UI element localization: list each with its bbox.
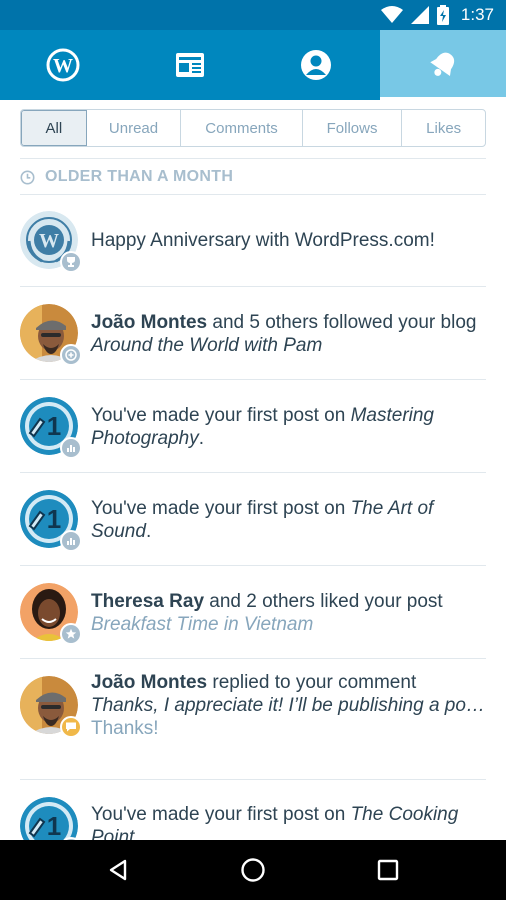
- filter-follows-button[interactable]: Follows: [303, 110, 403, 146]
- profile-icon: [301, 50, 332, 80]
- notification-message: replied to your comment: [207, 672, 417, 693]
- status-time: 1:37: [460, 5, 494, 24]
- notification-text: You've made your first post on Mastering…: [91, 380, 486, 473]
- notification-item[interactable]: João Montes and 5 others followed your b…: [20, 287, 486, 380]
- svg-text:W: W: [39, 230, 59, 252]
- system-navigation-bar: [0, 840, 506, 900]
- notification-text: Theresa Ray and 2 others liked your post…: [91, 566, 486, 659]
- status-icons: 1:37: [380, 4, 494, 26]
- post-title: Breakfast Time in Vietnam: [91, 613, 314, 635]
- notification-text: Happy Anniversary with WordPress.com!: [91, 194, 486, 287]
- comment-icon: [60, 716, 82, 738]
- notification-message: You've made your first post on: [91, 804, 351, 825]
- tab-reader[interactable]: [127, 30, 254, 100]
- filter-unread-button[interactable]: Unread: [87, 110, 182, 146]
- notification-text: You've made your first post on The Cooki…: [91, 780, 486, 841]
- avatar-wrap: [20, 304, 82, 366]
- stats-icon: [60, 437, 82, 459]
- avatar-wrap: 1: [20, 397, 82, 459]
- notification-text: João Montes and 5 others followed your b…: [91, 287, 486, 380]
- tab-notifications[interactable]: [379, 30, 506, 100]
- stats-icon: [60, 530, 82, 552]
- star-icon: [60, 623, 82, 645]
- punctuation: .: [198, 427, 205, 449]
- divider: [20, 158, 486, 159]
- avatar-wrap: [20, 583, 82, 645]
- notification-filter-bar: All Unread Comments Follows Likes: [20, 109, 486, 147]
- avatar-wrap: W: [20, 211, 82, 273]
- punctuation: .: [145, 520, 152, 542]
- notification-text: João Montes replied to your comment Than…: [91, 659, 486, 754]
- signal-icon: [410, 6, 429, 24]
- back-icon: [109, 859, 126, 881]
- wordpress-logo-icon: W: [46, 48, 80, 82]
- section-header: OLDER THAN A MONTH: [20, 165, 486, 189]
- notification-message: Happy Anniversary with WordPress.com!: [91, 230, 435, 251]
- home-button[interactable]: [223, 840, 283, 900]
- svg-text:1: 1: [47, 811, 61, 841]
- first-post-achievement-avatar: 1: [20, 797, 78, 841]
- tab-me[interactable]: [253, 30, 380, 100]
- user-name: João Montes: [91, 672, 208, 693]
- user-name: Theresa Ray: [91, 590, 205, 612]
- notification-message: and 5 others followed your blog: [207, 311, 477, 333]
- section-title: OLDER THAN A MONTH: [45, 168, 234, 185]
- notification-text: You've made your first post on The Art o…: [91, 473, 486, 566]
- filter-comments-button[interactable]: Comments: [181, 110, 303, 146]
- bell-icon: [430, 52, 454, 76]
- user-name: João Montes: [91, 311, 208, 333]
- notification-item[interactable]: 1 You've made your first post on Masteri…: [20, 380, 486, 473]
- tab-my-sites[interactable]: W: [0, 30, 127, 100]
- notification-item[interactable]: Theresa Ray and 2 others liked your post…: [20, 566, 486, 659]
- blog-title: Around the World with Pam: [91, 334, 323, 356]
- follow-icon: [60, 344, 82, 366]
- avatar-wrap: 1: [20, 797, 82, 841]
- notification-message: and 2 others liked your post: [204, 590, 443, 612]
- avatar-wrap: [20, 676, 82, 738]
- clock-icon: [20, 170, 35, 184]
- svg-text:W: W: [53, 55, 73, 77]
- filter-all-button[interactable]: All: [21, 110, 87, 146]
- reply-text: Thanks!: [91, 718, 159, 739]
- comment-quote: Thanks, I appreciate it! I’ll be publish…: [91, 695, 485, 716]
- wifi-icon: [380, 6, 403, 23]
- notification-message: You've made your first post on: [91, 497, 351, 519]
- notification-item[interactable]: 1 You've made your first post on The Art…: [20, 473, 486, 566]
- svg-text:1: 1: [47, 411, 61, 441]
- notification-item[interactable]: João Montes replied to your comment Than…: [20, 659, 486, 780]
- svg-text:1: 1: [47, 504, 61, 534]
- filter-likes-button[interactable]: Likes: [402, 110, 485, 146]
- top-tab-bar: W: [0, 30, 506, 100]
- back-button[interactable]: [88, 840, 148, 900]
- battery-icon: [436, 5, 449, 25]
- notification-item[interactable]: W Happy Anniversary with WordPress.com!: [20, 194, 486, 287]
- trophy-icon: [60, 251, 82, 273]
- avatar-wrap: 1: [20, 490, 82, 552]
- status-bar: 1:37: [0, 0, 506, 30]
- reader-icon: [175, 53, 204, 77]
- recents-icon: [378, 859, 399, 881]
- notification-item[interactable]: 1 You've made your first post on The Coo…: [20, 780, 486, 841]
- home-icon: [241, 858, 265, 882]
- notification-message: You've made your first post on: [91, 404, 351, 426]
- recents-button[interactable]: [358, 840, 418, 900]
